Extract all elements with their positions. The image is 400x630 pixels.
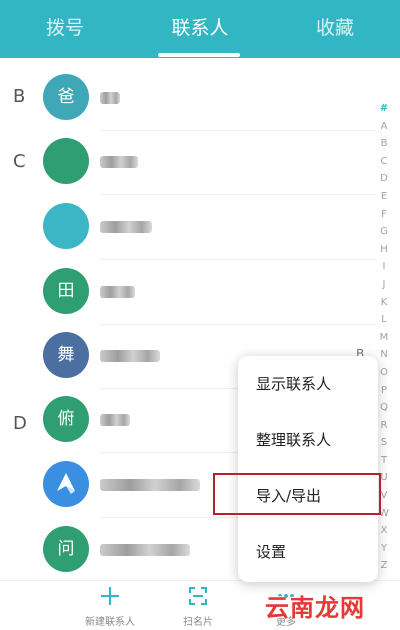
index-letter[interactable]: T — [381, 452, 387, 470]
index-letter[interactable]: L — [381, 311, 387, 329]
index-letter[interactable]: N — [380, 346, 387, 364]
row-divider — [100, 194, 375, 195]
index-letter[interactable]: R — [381, 417, 388, 435]
new-contact-label: 新建联系人 — [85, 617, 135, 628]
section-letter-c: C — [13, 151, 26, 172]
contact-name-redacted[interactable] — [100, 286, 135, 298]
tab-contacts[interactable]: 联系人 — [135, 0, 265, 58]
contact-avatar[interactable]: 俯 — [43, 396, 89, 442]
contact-name-redacted[interactable] — [100, 92, 120, 104]
contact-name-redacted[interactable] — [100, 350, 160, 362]
contact-name-redacted[interactable] — [100, 544, 190, 556]
scan-icon — [158, 585, 238, 611]
menu-item-show-contacts[interactable]: 显示联系人 — [238, 356, 378, 412]
contact-avatar[interactable] — [43, 203, 89, 249]
index-letter[interactable]: H — [380, 241, 388, 259]
index-letter[interactable]: Y — [381, 540, 387, 558]
index-letter[interactable]: D — [380, 170, 388, 188]
index-letter[interactable]: S — [381, 434, 387, 452]
contact-name-redacted[interactable] — [100, 414, 130, 426]
index-letter[interactable]: P — [381, 382, 387, 400]
tab-dial[interactable]: 拨号 — [0, 0, 130, 58]
section-letter-b: B — [13, 86, 26, 107]
index-letter[interactable]: F — [381, 206, 387, 224]
row-divider — [100, 324, 375, 325]
menu-item-organize-contacts[interactable]: 整理联系人 — [238, 412, 378, 468]
plus-icon — [70, 585, 150, 611]
index-letter[interactable]: B — [381, 135, 388, 153]
index-letter[interactable]: G — [380, 223, 388, 241]
index-letter[interactable]: X — [381, 522, 388, 540]
index-letter[interactable]: J — [383, 276, 386, 294]
index-letter[interactable]: M — [380, 329, 389, 347]
contact-avatar[interactable]: 问 — [43, 526, 89, 572]
tab-bar: 拨号 联系人 收藏 — [0, 0, 400, 58]
index-letter[interactable]: # — [380, 100, 388, 118]
index-letter[interactable]: V — [381, 487, 388, 505]
row-divider — [100, 130, 375, 131]
index-letter[interactable]: U — [380, 469, 387, 487]
watermark: 云南龙网 — [265, 594, 365, 622]
menu-item-settings[interactable]: 设置 — [238, 524, 378, 580]
bird-logo-icon — [57, 473, 75, 494]
section-letter-d: D — [13, 413, 27, 434]
index-letter[interactable]: C — [381, 153, 388, 171]
contact-avatar[interactable]: 舞 — [43, 332, 89, 378]
active-tab-indicator — [158, 53, 240, 57]
index-letter[interactable]: O — [380, 364, 388, 382]
contacts-app: 拨号 联系人 收藏 B C D 爸 田 舞 俯 问 B # A B C D E … — [0, 0, 400, 630]
contact-name-redacted[interactable] — [100, 221, 152, 233]
index-letter[interactable]: K — [381, 294, 388, 312]
new-contact-button[interactable]: 新建联系人 — [70, 585, 150, 628]
contact-avatar[interactable] — [43, 138, 89, 184]
contact-name-redacted[interactable] — [100, 156, 138, 168]
tab-favorites[interactable]: 收藏 — [270, 0, 400, 58]
index-letter[interactable]: I — [383, 258, 386, 276]
more-options-menu: 显示联系人 整理联系人 导入/导出 设置 — [238, 356, 378, 582]
index-letter[interactable]: Z — [381, 557, 388, 575]
contact-avatar[interactable] — [43, 461, 89, 507]
index-letter[interactable]: Q — [380, 399, 388, 417]
contact-avatar[interactable]: 田 — [43, 268, 89, 314]
row-divider — [100, 259, 375, 260]
import-export-highlight — [213, 473, 381, 515]
scan-card-label: 扫名片 — [183, 617, 213, 628]
index-letter[interactable]: A — [381, 118, 388, 136]
index-letter[interactable]: E — [381, 188, 387, 206]
scan-card-button[interactable]: 扫名片 — [158, 585, 238, 628]
contact-name-redacted[interactable] — [100, 479, 200, 491]
contact-avatar[interactable]: 爸 — [43, 74, 89, 120]
